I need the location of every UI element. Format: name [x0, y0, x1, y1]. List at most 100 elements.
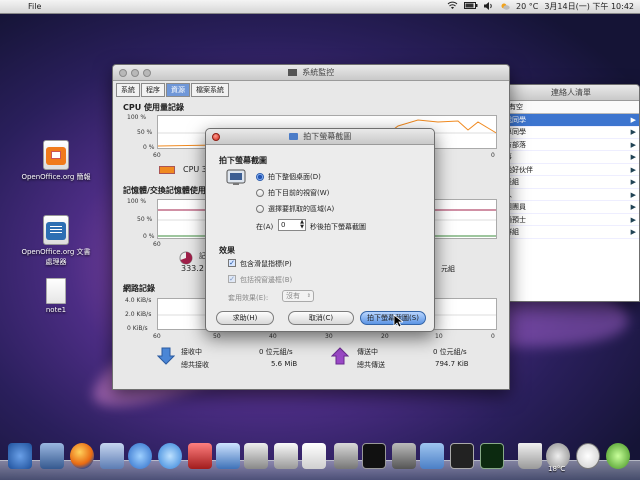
- zoom-button[interactable]: [143, 69, 151, 77]
- cpu-ytick: 0 %: [143, 144, 155, 151]
- total-sent-value: 794.7 KiB: [435, 360, 469, 368]
- list-item[interactable]: 晚好伙伴 ▶: [503, 164, 639, 176]
- delay-spinbox[interactable]: 0 ▲ ▼: [278, 219, 306, 231]
- dock-messenger-icon[interactable]: [128, 443, 152, 469]
- list-item[interactable]: 事▶: [503, 151, 639, 164]
- close-button[interactable]: [119, 69, 127, 77]
- contacts-titlebar[interactable]: 連絡人清單: [503, 85, 639, 101]
- expand-arrow-icon[interactable]: ▶: [631, 189, 636, 201]
- dialog-title: 拍下螢幕截圖: [303, 132, 352, 141]
- xtick: 0: [491, 333, 495, 340]
- swap-total-text: 元組: [441, 265, 455, 273]
- mouse-pointer-icon: [393, 314, 403, 328]
- list-item[interactable]: 長組 ▶: [503, 176, 639, 189]
- dock-video-icon[interactable]: [188, 443, 212, 469]
- dock-network-icon[interactable]: [606, 443, 630, 469]
- clock-text[interactable]: 3月14日(一) 下午 10:42: [544, 1, 634, 12]
- dock-text-editor-icon[interactable]: [302, 443, 326, 469]
- list-item[interactable]: 方部落 ▶: [503, 139, 639, 151]
- volume-icon[interactable]: [484, 1, 494, 12]
- dialog-titlebar[interactable]: 拍下螢幕截圖: [206, 129, 434, 145]
- dock-terminal-icon[interactable]: [362, 443, 386, 469]
- expand-arrow-icon[interactable]: ▶: [631, 226, 636, 238]
- tab-filesystems[interactable]: 檔案系統: [191, 83, 229, 97]
- dock-display-icon[interactable]: [450, 443, 474, 469]
- desktop-icon-writer[interactable]: OpenOffice.org 文書處理器: [6, 215, 106, 267]
- tab-processes[interactable]: 程序: [141, 83, 165, 97]
- list-item[interactable]: 人▶: [503, 189, 639, 201]
- sending-rate: 0 位元組/s: [433, 348, 467, 356]
- dock-clock-icon[interactable]: [576, 443, 600, 469]
- list-item[interactable]: 群組 ▶: [503, 226, 639, 239]
- expand-arrow-icon[interactable]: ▶: [631, 164, 636, 176]
- expand-arrow-icon[interactable]: ▶: [631, 114, 636, 126]
- spin-arrows-icon[interactable]: ▲ ▼: [300, 220, 304, 230]
- xtick-60: 60: [153, 152, 161, 159]
- expand-arrow-icon[interactable]: ▶: [631, 126, 636, 138]
- dock-system-monitor-icon[interactable]: [480, 443, 504, 469]
- minimize-button[interactable]: [131, 69, 139, 77]
- dock-music-icon[interactable]: [158, 443, 182, 469]
- dock-settings-icon[interactable]: [392, 443, 416, 469]
- cancel-button[interactable]: 取消(C): [288, 311, 354, 325]
- list-item[interactable]: 團團員 ▶: [503, 201, 639, 214]
- option-whole-desktop-label[interactable]: 拍下整個桌面(D): [268, 172, 321, 182]
- desktop-icon-label: OpenOffice.org 簡報: [21, 173, 91, 181]
- include-pointer-label[interactable]: 包含滑鼠指標(P): [240, 259, 292, 269]
- expand-arrow-icon[interactable]: ▶: [631, 151, 636, 163]
- list-item[interactable]: 我同學 ▶: [503, 114, 639, 127]
- dock-scanner-icon[interactable]: [274, 443, 298, 469]
- desktop-icon-impress[interactable]: OpenOffice.org 簡報: [6, 140, 106, 182]
- include-border-checkbox[interactable]: ✓: [228, 275, 236, 283]
- cpu-ytick: 100 %: [127, 114, 147, 121]
- menu-file[interactable]: File: [22, 2, 47, 11]
- apply-effect-value: 沒有: [286, 292, 300, 300]
- contact-group-selected[interactable]: 我同學 ▶: [503, 114, 639, 127]
- battery-icon[interactable]: [464, 2, 478, 11]
- option-current-window-label[interactable]: 拍下目前的視窗(W): [268, 188, 329, 198]
- memory-used-value: 333.2: [181, 264, 204, 273]
- dock-folder-icon[interactable]: [420, 443, 444, 469]
- weather-icon[interactable]: [500, 2, 510, 12]
- help-button[interactable]: 求助(H): [216, 311, 274, 325]
- wifi-icon[interactable]: [447, 1, 458, 12]
- contacts-window: 連絡人清單 有空 我同學▶ 專同學▶ 方部落▶ 事▶ 晚好伙伴▶ 長組▶ 人▶ …: [502, 84, 640, 302]
- dock-photos-icon[interactable]: [216, 443, 240, 469]
- network-section-title: 網路記錄: [123, 284, 155, 293]
- desktop-icon-note1[interactable]: note1: [6, 278, 106, 314]
- camera-icon: [288, 133, 298, 140]
- list-item[interactable]: 專同學 ▶: [503, 126, 639, 139]
- dock-app-anchor-icon[interactable]: [8, 443, 32, 469]
- dock: 18°C: [0, 440, 640, 480]
- list-item[interactable]: 通預士 ▶: [503, 214, 639, 226]
- option-select-area-label[interactable]: 選擇要抓取的區域(A): [268, 204, 334, 214]
- dock-finder-icon[interactable]: [40, 443, 64, 469]
- include-border-label: 包括視窗邊框(B): [240, 276, 293, 284]
- dock-camera-icon[interactable]: [244, 443, 268, 469]
- xtick: 40: [269, 333, 277, 340]
- tab-system[interactable]: 系統: [116, 83, 140, 97]
- expand-arrow-icon[interactable]: ▶: [631, 176, 636, 188]
- cpu-color-swatch[interactable]: [159, 166, 175, 174]
- expand-arrow-icon[interactable]: ▶: [631, 214, 636, 226]
- dock-mail-icon[interactable]: [100, 443, 124, 469]
- dock-trash-icon[interactable]: [518, 443, 542, 469]
- apply-effect-select[interactable]: 沒有 ⇕: [282, 290, 314, 302]
- mem-ytick: 100 %: [127, 198, 147, 205]
- expand-arrow-icon[interactable]: ▶: [631, 139, 636, 151]
- include-pointer-checkbox[interactable]: ✓: [228, 259, 236, 267]
- sysmon-titlebar[interactable]: 系統監控: [113, 65, 509, 81]
- dock-calculator-icon[interactable]: [334, 443, 358, 469]
- expand-arrow-icon[interactable]: ▶: [631, 201, 636, 213]
- window-title: 系統監控: [302, 68, 335, 77]
- status-selector[interactable]: 有空: [503, 101, 639, 114]
- radio-select-area[interactable]: [256, 205, 264, 213]
- close-button[interactable]: [212, 133, 220, 141]
- screenshot-dialog: 拍下螢幕截圖 拍下螢幕截圖 拍下整個桌面(D) 拍下目前的視窗(W) 選擇要抓取…: [205, 128, 435, 332]
- radio-whole-desktop[interactable]: [256, 173, 264, 181]
- dock-firefox-icon[interactable]: [70, 443, 94, 469]
- radio-current-window[interactable]: [256, 189, 264, 197]
- menubar: File 20 °C 3月14日(一) 下午 10:42: [0, 0, 640, 14]
- receiving-label: 接收中: [181, 348, 202, 356]
- tab-resources[interactable]: 資源: [166, 83, 190, 97]
